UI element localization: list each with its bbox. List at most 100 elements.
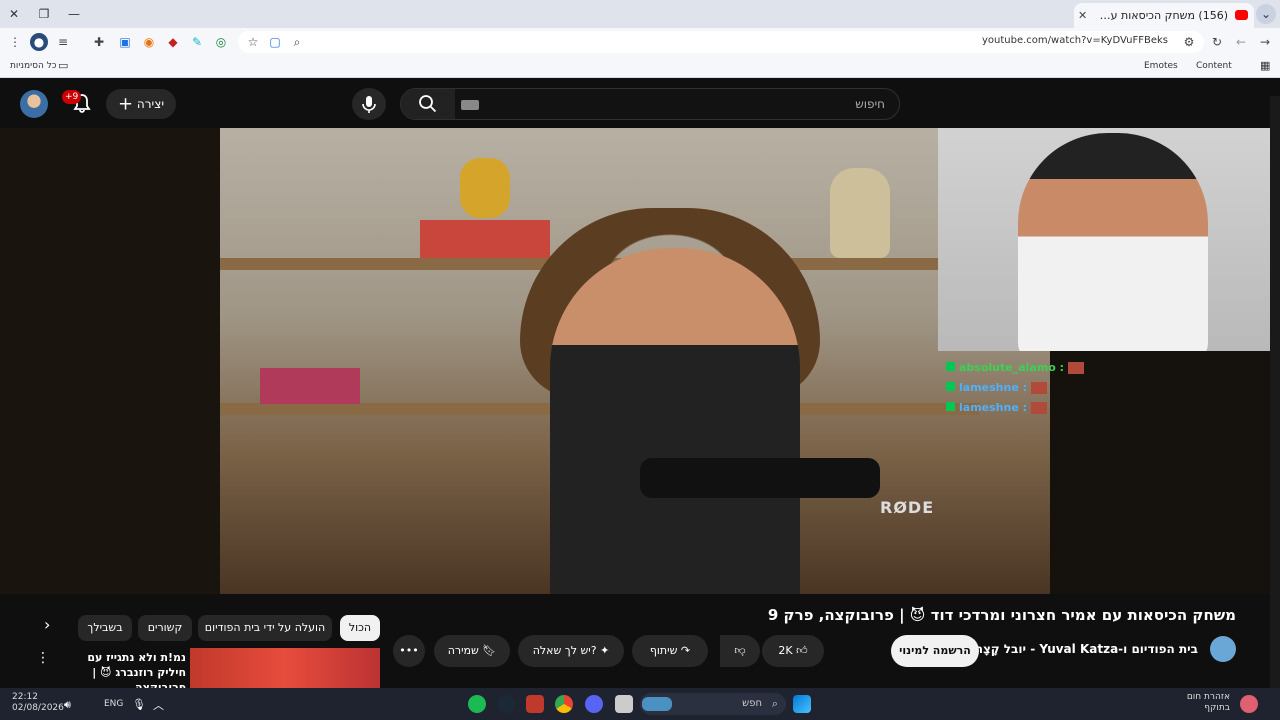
- taskbar-search[interactable]: חפש ⌕: [640, 693, 786, 715]
- more-actions-icon[interactable]: •••: [393, 635, 425, 667]
- extension-screen-icon[interactable]: ▣: [116, 33, 134, 51]
- weather-status: בתוקף: [1204, 703, 1230, 713]
- zoom-icon[interactable]: ⌕: [288, 33, 306, 51]
- extension-orange-icon[interactable]: ◉: [140, 33, 158, 51]
- folder-icon: ▭: [58, 59, 69, 72]
- minimize-window-icon[interactable]: —: [64, 4, 84, 24]
- browser-toolbar: ⋮ ● ≡ ✚ ▣ ◉ ◆ ✎ ◎ ☆ ▢ ⌕ youtube.com/watc…: [0, 28, 1280, 56]
- menu-icon[interactable]: ⋮: [6, 33, 24, 51]
- notifications-badge: +9: [62, 90, 82, 104]
- reload-icon[interactable]: ↻: [1208, 33, 1226, 51]
- apps-grid-icon[interactable]: ▦: [1260, 59, 1270, 72]
- youtube-favicon-icon: [1235, 10, 1248, 20]
- all-bookmarks-link[interactable]: כל הסימניות: [10, 61, 57, 71]
- like-button[interactable]: 2K 👍︎: [762, 635, 824, 667]
- create-label: יצירה: [136, 97, 165, 111]
- video-frame: RØDE: [220, 128, 1050, 594]
- chat-message: lameshne :: [946, 398, 1084, 418]
- restore-window-icon[interactable]: ❐: [34, 4, 54, 24]
- streamer: [1018, 133, 1208, 351]
- site-settings-icon[interactable]: ⚙: [1180, 33, 1198, 51]
- save-button[interactable]: שמירה 🔖︎: [434, 635, 510, 667]
- like-count: 2K: [778, 644, 793, 657]
- lucky-cat: [460, 158, 510, 218]
- close-window-icon[interactable]: ✕: [4, 4, 24, 24]
- mic-brand-text: RØDE: [880, 498, 935, 517]
- forward-icon[interactable]: ←: [1232, 33, 1250, 51]
- chip-uploaded-by[interactable]: הועלה על ידי בית הפודיום: [198, 615, 332, 641]
- keyboard-icon[interactable]: [461, 100, 479, 110]
- channel-name[interactable]: בית הפודיום ו-Yuval Katza - יובל קָצָה: [975, 642, 1198, 656]
- bookmark-emotes[interactable]: Emotes: [1144, 61, 1178, 71]
- cast-icon[interactable]: ▢: [266, 33, 284, 51]
- windows-start-icon[interactable]: [793, 695, 811, 713]
- profile-icon[interactable]: ●: [30, 33, 48, 51]
- spotify-icon[interactable]: [468, 695, 486, 713]
- address-bar[interactable]: ☆ ▢ ⌕ youtube.com/watch?v=KyDVuFFBeks ⚙: [238, 31, 1204, 53]
- plus-icon: +: [117, 93, 134, 115]
- books: [420, 220, 550, 258]
- discord-icon[interactable]: [585, 695, 603, 713]
- browser-tab[interactable]: (156) משחק הכיסאות עם א ✕: [1074, 3, 1254, 28]
- share-label: שיתוף: [649, 644, 678, 657]
- bookmark-star-icon[interactable]: ☆: [244, 33, 262, 51]
- books-lower: [260, 368, 360, 404]
- ask-button[interactable]: יש לך שאלה? ✦: [518, 635, 624, 667]
- ask-label: יש לך שאלה?: [532, 644, 597, 657]
- thumbs-up-icon: 👍︎: [796, 644, 808, 657]
- save-label: שמירה: [447, 644, 479, 657]
- tab-search-icon[interactable]: ⌄: [1256, 4, 1276, 24]
- chevron-right-icon[interactable]: ›: [44, 615, 50, 634]
- reading-list-icon[interactable]: ≡: [54, 33, 72, 51]
- extension-translate-icon[interactable]: ✎: [188, 33, 206, 51]
- back-icon[interactable]: →: [1256, 33, 1274, 51]
- weather-icon: [1240, 695, 1258, 713]
- steam-icon[interactable]: [497, 695, 515, 713]
- subscribe-button[interactable]: הרשמה למינוי: [891, 635, 979, 667]
- volume-icon[interactable]: 🔊︎: [64, 698, 71, 712]
- youtube-page: +9 + יצירה חיפוש RØDE absolute_alamo: l…: [0, 80, 1280, 694]
- thumbs-down-icon: 👎︎: [734, 644, 746, 657]
- recommended-thumbnail[interactable]: [190, 648, 380, 688]
- channel-avatar[interactable]: [1210, 636, 1236, 662]
- chip-all[interactable]: הכול: [340, 615, 380, 641]
- taskbar: 22:12 02/08/2026 🔊︎ ENG 🎙︎ ︿ חפש ⌕ אזהרת…: [0, 688, 1280, 720]
- chip-for-you[interactable]: בשבילך: [78, 615, 132, 641]
- chat-message: lameshne :: [946, 378, 1084, 398]
- file-explorer-icon[interactable]: [615, 695, 633, 713]
- search-box[interactable]: חיפוש: [400, 88, 900, 120]
- share-button[interactable]: שיתוף ↷: [632, 635, 708, 667]
- chat-message: absolute_alamo :: [946, 358, 1085, 378]
- bookmarks-bar: כל הסימניות ▭ Emotes Content ▦: [0, 56, 1280, 78]
- avatar[interactable]: [20, 90, 48, 118]
- language-indicator[interactable]: ENG: [104, 699, 123, 709]
- clock-date: 02/08/2026: [12, 703, 64, 713]
- chrome-icon[interactable]: [555, 695, 573, 713]
- extensions-icon[interactable]: ✚: [90, 33, 108, 51]
- chip-related[interactable]: קשורים: [138, 615, 192, 641]
- app-icon[interactable]: [526, 695, 544, 713]
- video-player[interactable]: RØDE absolute_alamo : lameshne : lameshn…: [0, 128, 1280, 594]
- search-button[interactable]: [401, 89, 455, 119]
- extension-green-icon[interactable]: ◎: [212, 33, 230, 51]
- clock[interactable]: 22:12 02/08/2026: [12, 692, 64, 714]
- extension-red-icon[interactable]: ◆: [164, 33, 182, 51]
- mic-tray-icon[interactable]: 🎙︎: [132, 698, 146, 711]
- scrollbar[interactable]: [1270, 96, 1280, 690]
- webcam-overlay: [938, 128, 1280, 351]
- voice-search-icon[interactable]: [352, 88, 386, 120]
- bookmark-content[interactable]: Content: [1196, 61, 1232, 71]
- search-input[interactable]: חיפוש: [855, 97, 885, 111]
- taskbar-search-input[interactable]: חפש: [742, 698, 762, 709]
- bookmark-icon: 🔖︎: [482, 644, 497, 657]
- dislike-button[interactable]: 👎︎: [720, 635, 760, 667]
- vase: [830, 168, 890, 258]
- create-button[interactable]: + יצירה: [106, 89, 176, 119]
- tab-close-icon[interactable]: ✕: [1078, 3, 1087, 28]
- more-options-icon[interactable]: ⋮: [36, 650, 50, 666]
- tray-chevron-icon[interactable]: ︿: [153, 697, 164, 713]
- microphone-arm: [640, 458, 880, 498]
- host: [550, 248, 800, 594]
- search-highlight-image: [642, 697, 672, 711]
- weather-widget[interactable]: אזהרת חום בתוקף: [1187, 692, 1230, 714]
